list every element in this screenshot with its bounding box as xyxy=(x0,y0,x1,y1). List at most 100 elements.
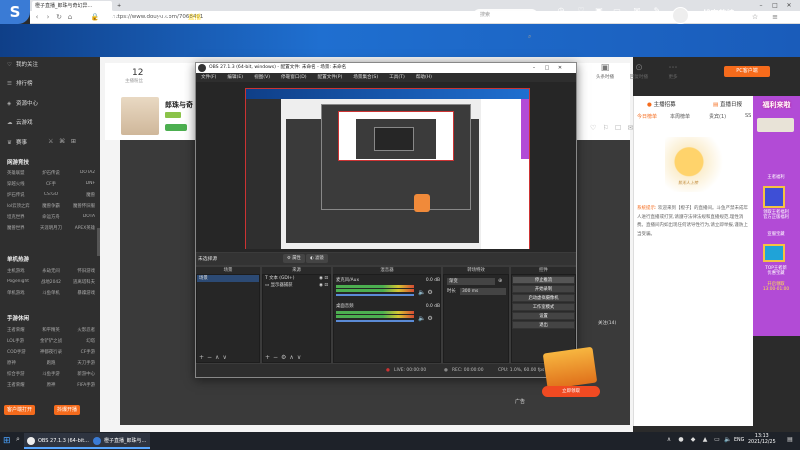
obs-sources-dock: T 文本 (GDI+) ◉ ⊡ ▭ 显示器捕获 ◉ ⊡ +−⚙∧∨ xyxy=(262,274,331,363)
sidebar-item-follow[interactable]: ♡ 我的关注 xyxy=(7,60,38,69)
studio-mode-button[interactable]: 工作室模式 xyxy=(512,303,575,311)
obs-minimize-icon[interactable]: – xyxy=(528,63,540,73)
menu-icon[interactable]: ≡ xyxy=(770,11,780,24)
speaker-icon[interactable]: 🔈 ⚙ xyxy=(418,289,433,296)
site-logo[interactable]: 斗鱼 xyxy=(95,8,117,24)
claim-button[interactable]: 立即领取 xyxy=(542,386,600,397)
creator-button[interactable]: ✎ 创作中心 xyxy=(645,6,669,22)
history-button[interactable]: ◷ 历史 xyxy=(550,6,572,22)
anchor-recruit-link[interactable]: ● 主播招募 xyxy=(647,100,676,108)
obs-menu-scenes[interactable]: 场景集合(S) xyxy=(353,75,378,80)
exit-button[interactable]: 退出 xyxy=(512,321,575,329)
taskbar-item-obs[interactable]: OBS 27.1.3 (64-bit... xyxy=(24,433,93,449)
obs-source-item[interactable]: ▭ 显示器捕获 ◉ ⊡ xyxy=(263,282,330,289)
virtual-camera-button[interactable]: 启动虚拟摄像机 xyxy=(512,294,575,302)
start-recording-button[interactable]: 开始录制 xyxy=(512,285,575,293)
forward-icon[interactable]: › xyxy=(43,11,53,24)
tab-week-rank[interactable]: 本周榜单 xyxy=(670,113,690,120)
maximize-icon[interactable]: □ xyxy=(768,0,782,11)
nav-category[interactable]: 分类▾ xyxy=(218,11,234,21)
obs-menu-file[interactable]: 文件(F) xyxy=(201,75,216,80)
start-broadcast-button[interactable]: 抖爆开播 xyxy=(54,405,81,415)
stop-streaming-button[interactable]: 停止推流 xyxy=(512,276,575,284)
obs-properties-button[interactable]: ⚙ 属性 xyxy=(283,254,305,263)
tab-vip[interactable]: 贵宾(1) xyxy=(709,113,726,120)
obs-maximize-icon[interactable]: □ xyxy=(541,63,553,73)
sidebar-item-rank[interactable]: ☰ 排行榜 xyxy=(7,79,33,88)
transition-duration-input[interactable]: 300 ms xyxy=(460,288,506,295)
tray-app-icon[interactable]: ● xyxy=(676,436,686,443)
obs-menu-profile[interactable]: 配置文件(P) xyxy=(318,75,343,80)
transition-add-icon[interactable]: ⊕ xyxy=(498,278,502,284)
obs-menu-docks[interactable]: 停靠窗口(D) xyxy=(281,75,307,80)
tab-today-rank[interactable]: 今日榜单 xyxy=(637,113,657,120)
obs-filters-button[interactable]: ◐ 滤镜 xyxy=(306,254,328,263)
input-language[interactable]: ENG xyxy=(734,438,744,443)
nav-fishbar[interactable]: 鱼吧 xyxy=(318,11,331,21)
room-tool-more[interactable]: ⋯ 更多 xyxy=(660,62,686,80)
ad-game-icon[interactable] xyxy=(763,244,785,262)
system-clock[interactable]: 13:13 2021/12/25 xyxy=(748,434,776,446)
search-input[interactable]: 搜索 xyxy=(473,9,538,22)
ad-text: 领取王者福利 官方正版福利 xyxy=(763,210,789,220)
windows-start-icon[interactable]: ⊞ xyxy=(3,436,11,446)
client-icon: ▭ xyxy=(613,6,621,15)
nav-banner-text[interactable]: 一战定乾坤 xyxy=(693,8,733,19)
gift-promo[interactable]: 立即领取 xyxy=(540,330,602,400)
client-button[interactable]: ▭ 客户端 xyxy=(606,6,628,22)
tray-overflow-icon[interactable]: ∧ xyxy=(664,436,674,443)
text-source-icon: T xyxy=(265,276,268,281)
anchor-avatar[interactable] xyxy=(121,97,159,135)
room-mini-icons[interactable]: ♡ ⚐ ☐ ✉ xyxy=(590,124,635,132)
refresh-icon[interactable]: ↻ xyxy=(54,11,64,24)
obs-menu-tools[interactable]: 工具(T) xyxy=(389,75,405,80)
volume-icon[interactable]: 🔈 xyxy=(723,436,733,443)
nav-home[interactable]: 首页 xyxy=(157,11,170,21)
obs-scene-tools[interactable]: +−∧∨ xyxy=(199,353,230,362)
notification-icon[interactable]: ▤ xyxy=(785,436,795,443)
speaker-icon[interactable]: 🔈 ⚙ xyxy=(418,315,433,322)
home-icon[interactable]: ⌂ xyxy=(65,11,75,24)
tray-app-icon[interactable]: ▲ xyxy=(700,436,710,443)
room-tool-camera[interactable]: ▣ 头条时播 xyxy=(592,62,618,80)
mixer-fader[interactable] xyxy=(336,294,414,296)
daily-report-link[interactable]: ▤ 直播日报 xyxy=(713,100,742,108)
sidebar-item-resource[interactable]: ◈ 资源中心 xyxy=(7,99,38,108)
network-icon[interactable]: ▭ xyxy=(712,436,722,443)
obs-menu-help[interactable]: 帮助(H) xyxy=(416,75,432,80)
room-title: 郎珠与奇 xyxy=(165,101,193,109)
obs-scene-item[interactable]: 场景 xyxy=(197,275,259,282)
taskbar-item-browser[interactable]: 橙子直播_郎珠与... xyxy=(90,433,151,449)
avatar[interactable] xyxy=(672,7,689,24)
mixer-fader[interactable] xyxy=(336,320,414,322)
star-icon[interactable]: ☆ xyxy=(750,11,760,24)
obs-menu-view[interactable]: 视图(V) xyxy=(254,75,270,80)
sidebar-section-mobile: 王者荣耀 和平精英 火影忍者 LOL手游 金铲铲之战 幻塔 COD手游 神都夜行录 CF手游… xyxy=(7,328,95,388)
eye-icon[interactable]: ◉ ⊡ xyxy=(319,282,330,289)
search-icon[interactable]: ⌕ xyxy=(528,33,531,41)
transition-select[interactable]: 渐变 xyxy=(447,278,495,285)
nav-kpl[interactable]: KPL秋决 xyxy=(348,11,373,21)
sidebar-item-cloudgame[interactable]: ☁ 云游戏 xyxy=(7,118,33,127)
settings-button[interactable]: 设置 xyxy=(512,312,575,320)
room-tool-reply[interactable]: ⊙ 回复时播 xyxy=(626,62,652,80)
eye-icon[interactable]: ◉ ⊡ xyxy=(319,275,330,282)
pc-client-button[interactable]: PC客户端 xyxy=(724,66,770,77)
obs-source-item[interactable]: T 文本 (GDI+) ◉ ⊡ xyxy=(263,275,330,282)
obs-menu-edit[interactable]: 编辑(E) xyxy=(227,75,243,80)
ad-game-icon[interactable] xyxy=(763,186,785,208)
tray-app-icon[interactable]: ◆ xyxy=(688,436,698,443)
nav-video[interactable]: 视频▾ xyxy=(251,11,267,21)
minimize-icon[interactable]: – xyxy=(754,0,768,11)
sidebar-item-events[interactable]: ♛ 赛事 xyxy=(7,138,27,147)
tab-ss[interactable]: SS xyxy=(745,113,751,119)
nav-live[interactable]: 直播 xyxy=(188,11,201,21)
search-icon[interactable]: ⌕ xyxy=(16,435,20,444)
obs-source-tools[interactable]: +−⚙∧∨ xyxy=(265,353,304,362)
open-client-button[interactable]: 客户端打开 xyxy=(4,405,36,415)
nav-game[interactable]: 游戏▾ xyxy=(284,11,300,21)
browser-logo-icon[interactable]: S xyxy=(0,0,30,24)
close-icon[interactable]: ✕ xyxy=(782,0,796,11)
obs-close-icon[interactable]: ✕ xyxy=(554,63,566,73)
back-icon[interactable]: ‹ xyxy=(32,11,42,24)
